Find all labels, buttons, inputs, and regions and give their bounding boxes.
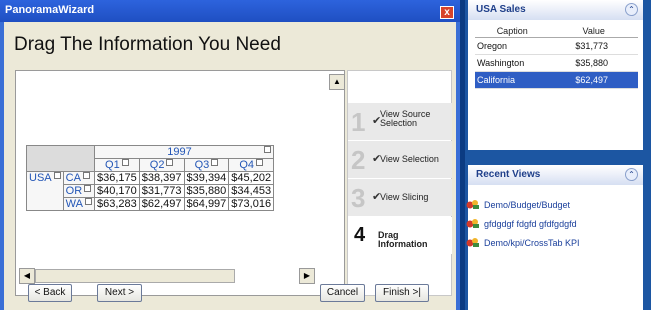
step-label: View Selection <box>380 154 439 164</box>
usa-sales-title: USA Sales <box>476 4 526 15</box>
pivot-cell: $35,880 <box>183 184 230 198</box>
pivot-cell: $73,016 <box>228 197 275 211</box>
state-label: WA <box>65 198 83 210</box>
quarter-label: Q2 <box>149 159 165 171</box>
title-bar: PanoramaWizard x <box>0 0 460 22</box>
state-label: CA <box>65 172 81 184</box>
quarter-label: Q3 <box>194 159 210 171</box>
pivot-cell: $64,997 <box>183 197 230 211</box>
table-row[interactable]: Oregon $31,773 <box>475 37 638 55</box>
table-row-selected[interactable]: California $62,497 <box>475 71 638 89</box>
right-panel: USA Sales ⌃ Caption Value Oregon $31,773… <box>460 0 651 310</box>
caption-cell: Oregon <box>475 37 550 55</box>
scroll-right-button[interactable]: ▶ <box>299 268 315 284</box>
pivot-cell: $45,202 <box>228 171 275 185</box>
page-title: Drag The Information You Need <box>14 34 281 55</box>
table-row[interactable]: Washington $35,880 <box>475 54 638 72</box>
step-label: View Source Selection <box>380 109 431 128</box>
vertical-scrollbar[interactable]: ▲ <box>329 74 345 269</box>
expand-icon[interactable] <box>121 159 129 166</box>
wizard-steps: 1 ✔ View Source Selection 2 ✔ View Selec… <box>347 70 452 296</box>
step-number: 4 <box>354 224 366 246</box>
expand-icon[interactable] <box>211 159 219 166</box>
expand-icon[interactable] <box>166 159 174 166</box>
pivot-cell: $31,773 <box>138 184 185 198</box>
view-icon <box>466 219 479 228</box>
pivot-cell: $38,397 <box>138 171 185 185</box>
quarter-label: Q4 <box>239 159 255 171</box>
window-title: PanoramaWizard <box>5 4 95 16</box>
recent-view-link[interactable]: Demo/Budget/Budget <box>466 200 571 210</box>
caption-cell: Washington <box>475 54 550 72</box>
quarter-label: Q1 <box>105 159 120 171</box>
recent-view-label: Demo/kpi/CrossTab KPI <box>484 238 580 248</box>
view-icon <box>466 238 479 247</box>
state-header[interactable]: OR <box>62 184 96 198</box>
value-cell: $35,880 <box>549 54 638 72</box>
back-button[interactable]: < Back <box>28 284 72 302</box>
recent-view-label: gfdgdgf fdgfd gfdfgdgfd <box>484 219 577 229</box>
pivot-cell: $40,170 <box>94 184 140 198</box>
recent-views-header: Recent Views ⌃ <box>468 165 643 185</box>
usa-sales-table: Caption Value Oregon $31,773 Washington … <box>475 25 638 89</box>
quarter-header[interactable]: Q1 <box>94 158 140 172</box>
pivot-cell: $39,394 <box>183 171 230 185</box>
recent-view-label: Demo/Budget/Budget <box>484 200 571 210</box>
usa-sales-header: USA Sales ⌃ <box>468 0 643 20</box>
panel-divider <box>460 0 465 310</box>
quarter-header[interactable]: Q3 <box>183 158 230 172</box>
step-label: View Slicing <box>380 192 429 202</box>
state-header[interactable]: CA <box>62 171 96 185</box>
collapse-chevron-icon[interactable]: ⌃ <box>625 168 638 181</box>
horizontal-scrollbar[interactable]: ◀ ▶ <box>19 268 329 284</box>
pivot-cell: $62,497 <box>138 197 185 211</box>
step-label: Drag Information <box>378 230 428 249</box>
scroll-left-button[interactable]: ◀ <box>19 268 35 284</box>
caption-cell: California <box>475 71 550 89</box>
step-number: 3 <box>351 183 366 213</box>
scroll-up-button[interactable]: ▲ <box>329 74 345 90</box>
country-header[interactable]: USA <box>26 171 64 211</box>
quarter-header[interactable]: Q2 <box>138 158 185 172</box>
pivot-table: 1997 Q1 Q2 Q3 Q4 USA CA $36,175 $38,397 … <box>26 145 275 211</box>
pivot-cell: $36,175 <box>94 171 140 185</box>
wizard-window: PanoramaWizard x Drag The Information Yo… <box>0 0 460 310</box>
expand-icon[interactable] <box>84 185 92 192</box>
step-number: 1 <box>351 107 366 137</box>
collapse-icon[interactable] <box>53 172 61 179</box>
column-header-caption: Caption <box>475 25 550 38</box>
value-cell: $31,773 <box>549 37 638 55</box>
recent-views-title: Recent Views <box>476 169 541 180</box>
pivot-cell: $34,453 <box>228 184 275 198</box>
year-header[interactable]: 1997 <box>93 145 275 159</box>
view-icon <box>466 200 479 209</box>
column-header-value: Value <box>549 25 638 38</box>
expand-icon[interactable] <box>256 159 264 166</box>
state-header[interactable]: WA <box>62 197 96 211</box>
recent-view-link[interactable]: gfdgdgf fdgfd gfdfgdgfd <box>466 219 577 229</box>
expand-icon[interactable] <box>82 172 90 179</box>
state-label: OR <box>65 185 83 197</box>
pivot-corner <box>26 145 95 172</box>
step-view-source-selection[interactable]: 1 ✔ View Source Selection <box>348 103 452 140</box>
step-view-selection[interactable]: 2 ✔ View Selection <box>348 141 452 178</box>
cancel-button[interactable]: Cancel <box>320 284 365 302</box>
next-button[interactable]: Next > <box>97 284 142 302</box>
finish-button[interactable]: Finish >| <box>375 284 429 302</box>
close-button[interactable]: x <box>440 6 454 19</box>
scroll-thumb[interactable] <box>35 269 235 283</box>
recent-view-link[interactable]: Demo/kpi/CrossTab KPI <box>466 238 580 248</box>
collapse-icon[interactable] <box>264 146 272 153</box>
country-label: USA <box>29 172 52 184</box>
expand-icon[interactable] <box>84 198 92 205</box>
step-number: 2 <box>351 145 366 175</box>
year-label: 1997 <box>167 146 192 158</box>
pivot-cell: $63,283 <box>94 197 140 211</box>
step-view-slicing[interactable]: 3 ✔ View Slicing <box>348 179 452 216</box>
wizard-body: Drag The Information You Need ▲ ◀ ▶ 1997 <box>4 22 456 310</box>
collapse-chevron-icon[interactable]: ⌃ <box>625 3 638 16</box>
step-drag-information[interactable]: 4 Drag Information <box>348 217 452 254</box>
quarter-header[interactable]: Q4 <box>228 158 275 172</box>
value-cell: $62,497 <box>549 71 638 89</box>
